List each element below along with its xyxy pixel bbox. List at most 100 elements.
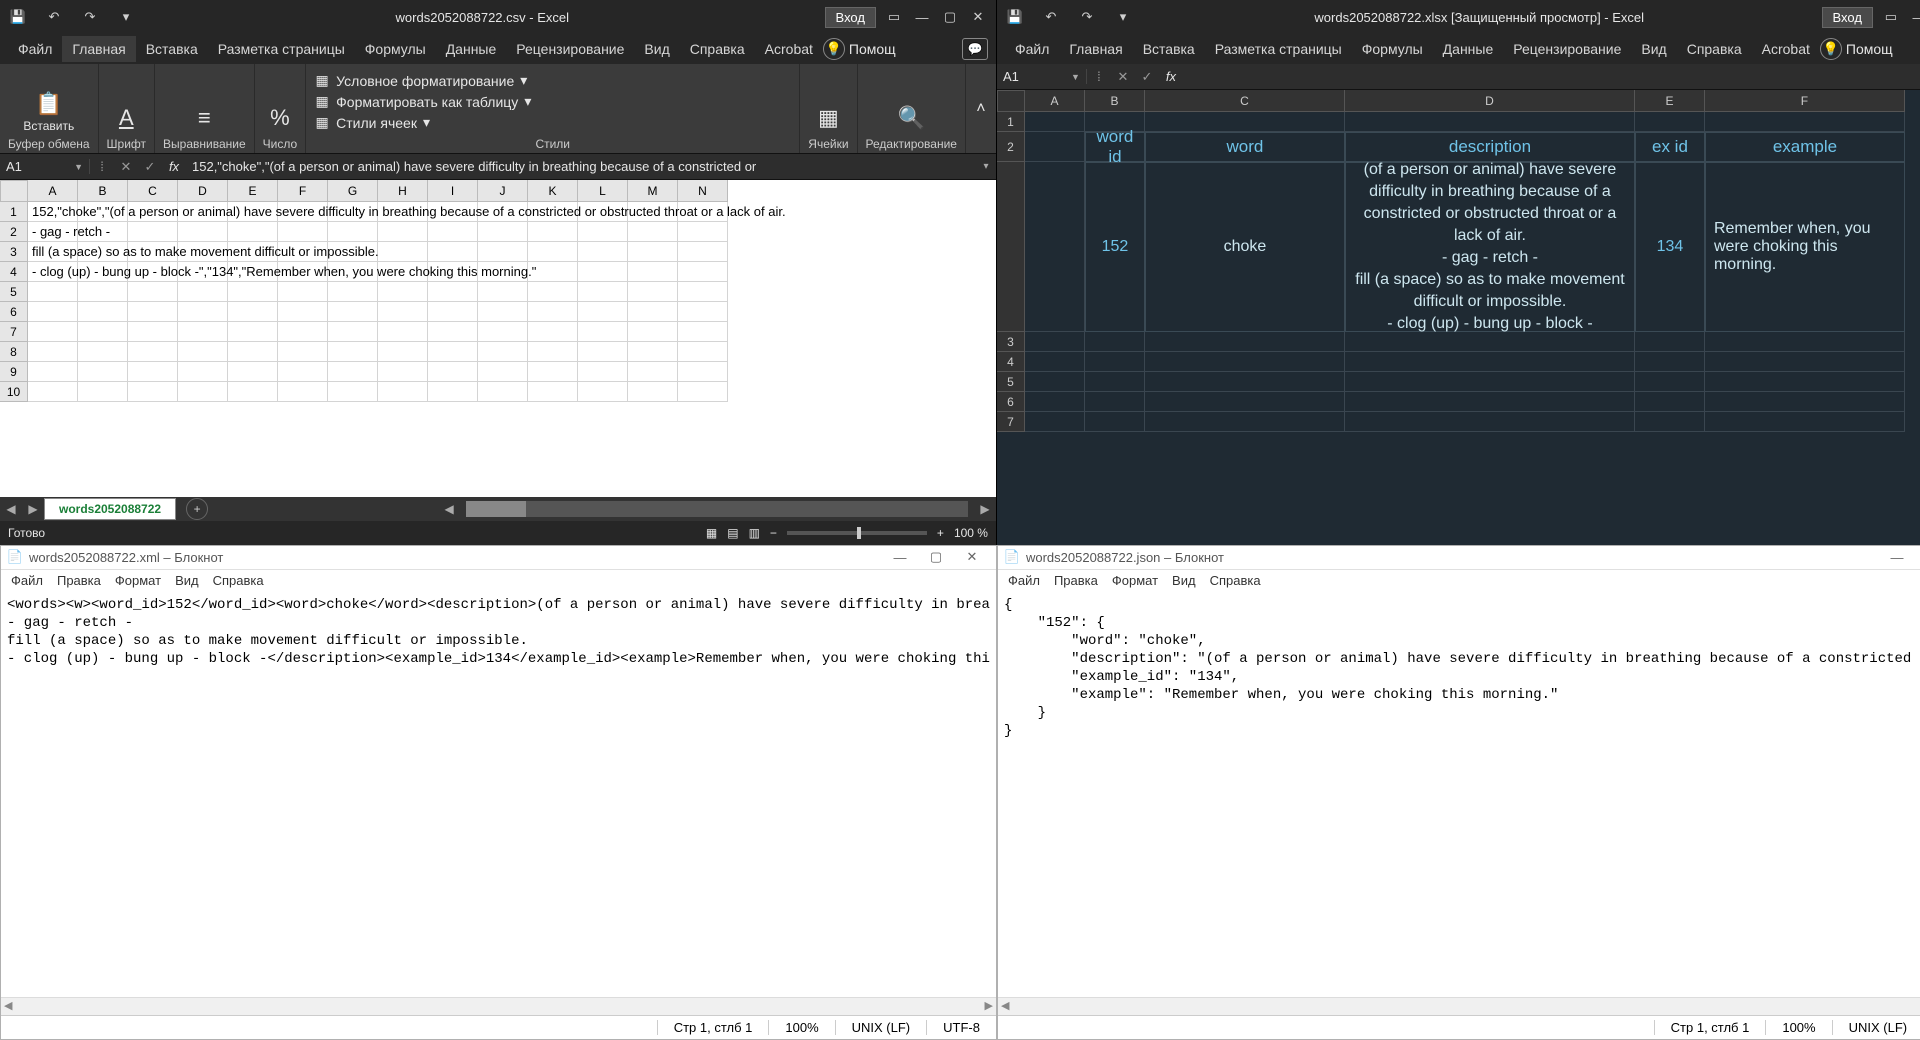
cell[interactable] <box>628 382 678 402</box>
tab-acrobat[interactable]: Acrobat <box>1752 36 1820 62</box>
col-header[interactable]: L <box>578 180 628 202</box>
cell[interactable] <box>178 282 228 302</box>
cell[interactable] <box>478 362 528 382</box>
cell[interactable] <box>1705 332 1905 352</box>
tellme-icon[interactable]: 💡 <box>823 38 845 60</box>
cell[interactable] <box>678 322 728 342</box>
cell[interactable] <box>1025 132 1085 162</box>
cell[interactable] <box>128 282 178 302</box>
cell[interactable] <box>228 342 278 362</box>
cell[interactable] <box>528 322 578 342</box>
text-area[interactable]: <words><w><word_id>152</word_id><word>ch… <box>1 592 996 997</box>
menu-file[interactable]: Файл <box>11 573 43 588</box>
cell[interactable] <box>528 302 578 322</box>
col-header[interactable]: B <box>78 180 128 202</box>
cell[interactable] <box>228 322 278 342</box>
col-header[interactable]: C <box>1145 90 1345 112</box>
cell[interactable] <box>1635 372 1705 392</box>
editing-icon[interactable]: 🔍 <box>898 105 925 131</box>
cell[interactable] <box>128 362 178 382</box>
cell[interactable] <box>1705 372 1905 392</box>
tab-view[interactable]: Вид <box>1631 36 1676 62</box>
cell[interactable] <box>328 382 378 402</box>
zoom-value[interactable]: 100 % <box>954 526 988 540</box>
tellme-label[interactable]: Помощ <box>1846 41 1893 57</box>
undo-icon[interactable]: ↶ <box>1037 3 1065 31</box>
cell[interactable] <box>1025 392 1085 412</box>
row-header[interactable]: 5 <box>997 372 1025 392</box>
cell[interactable] <box>328 322 378 342</box>
cells-icon[interactable]: ▦ <box>818 105 839 131</box>
cell[interactable] <box>678 282 728 302</box>
cell-content[interactable]: - gag - retch - <box>28 222 978 242</box>
cell[interactable] <box>278 342 328 362</box>
signin-button[interactable]: Вход <box>1822 7 1873 28</box>
save-icon[interactable]: 💾 <box>1001 3 1029 31</box>
cell-wordid[interactable]: 152 <box>1085 162 1145 332</box>
menu-format[interactable]: Формат <box>1112 573 1158 588</box>
ribbon-display-icon[interactable]: ▭ <box>1877 3 1905 31</box>
cell-example[interactable]: Remember when, you were choking this mor… <box>1705 162 1905 332</box>
number-icon[interactable]: % <box>270 105 290 131</box>
close-icon[interactable]: ✕ <box>964 3 992 31</box>
save-icon[interactable]: 💾 <box>4 3 32 31</box>
tab-review[interactable]: Рецензирование <box>506 36 634 62</box>
tab-help[interactable]: Справка <box>680 36 755 62</box>
maximize-icon[interactable]: ▢ <box>1915 549 1920 565</box>
row-header[interactable]: 3 <box>0 242 28 262</box>
font-icon[interactable]: А <box>119 105 134 131</box>
tab-formulas[interactable]: Формулы <box>355 36 436 62</box>
minimize-icon[interactable]: — <box>882 550 918 565</box>
col-header[interactable]: E <box>1635 90 1705 112</box>
cell[interactable] <box>1635 352 1705 372</box>
cell[interactable] <box>1635 332 1705 352</box>
col-header[interactable]: H <box>378 180 428 202</box>
fx-icon[interactable]: fx <box>162 159 186 174</box>
cell[interactable] <box>628 342 678 362</box>
header-cell[interactable]: example <box>1705 132 1905 162</box>
comments-icon[interactable]: 💬 <box>962 38 988 60</box>
cell[interactable] <box>1025 162 1085 332</box>
cell[interactable] <box>78 302 128 322</box>
row-header[interactable]: 7 <box>997 412 1025 432</box>
chevron-down-icon[interactable]: ▼ <box>1071 72 1080 82</box>
header-cell[interactable]: word id <box>1085 132 1145 162</box>
cell[interactable] <box>478 322 528 342</box>
redo-icon[interactable]: ↷ <box>76 3 104 31</box>
cell[interactable] <box>478 282 528 302</box>
align-icon[interactable]: ≡ <box>198 105 211 131</box>
cell[interactable] <box>1145 112 1345 132</box>
cell[interactable] <box>1025 412 1085 432</box>
cell[interactable] <box>28 362 78 382</box>
enter-formula-icon[interactable]: ✓ <box>1135 69 1159 85</box>
col-header[interactable]: F <box>278 180 328 202</box>
col-header[interactable]: K <box>528 180 578 202</box>
cell[interactable] <box>578 342 628 362</box>
cell[interactable] <box>1635 412 1705 432</box>
format-as-table-button[interactable]: ▦Форматировать как таблицу ▾ <box>314 91 531 112</box>
cell[interactable] <box>378 362 428 382</box>
sheet-nav-prev-icon[interactable]: ◀ <box>0 502 22 516</box>
fx-insert-icon[interactable]: ⁞ <box>1087 69 1111 84</box>
cell[interactable] <box>328 302 378 322</box>
cell[interactable] <box>1345 352 1635 372</box>
header-cell[interactable]: word <box>1145 132 1345 162</box>
conditional-format-button[interactable]: ▦Условное форматирование ▾ <box>314 70 527 91</box>
paste-icon[interactable]: 📋 <box>35 91 62 117</box>
cell[interactable] <box>328 282 378 302</box>
cell[interactable] <box>278 362 328 382</box>
tab-formulas[interactable]: Формулы <box>1352 36 1433 62</box>
cell[interactable] <box>228 382 278 402</box>
qat-more-icon[interactable]: ▾ <box>112 3 140 31</box>
zoom-slider[interactable] <box>787 531 927 535</box>
cell[interactable] <box>428 302 478 322</box>
cell[interactable] <box>1025 372 1085 392</box>
minimize-icon[interactable]: — <box>1879 550 1915 565</box>
cell[interactable] <box>128 382 178 402</box>
col-header[interactable]: M <box>628 180 678 202</box>
cell-word[interactable]: choke <box>1145 162 1345 332</box>
row-header[interactable]: 6 <box>0 302 28 322</box>
sheet-nav-next-icon[interactable]: ▶ <box>22 502 44 516</box>
cell[interactable] <box>1345 112 1635 132</box>
signin-button[interactable]: Вход <box>825 7 876 28</box>
